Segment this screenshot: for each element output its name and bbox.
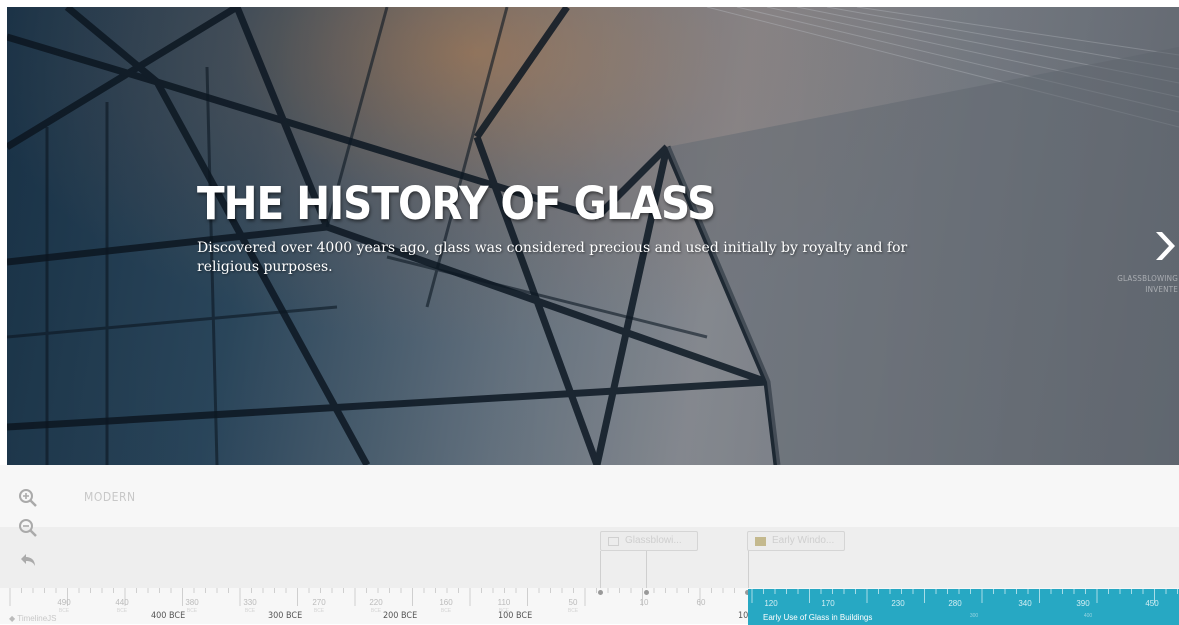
active-tick-label: 450	[1145, 599, 1159, 608]
marker-dot	[644, 590, 649, 595]
major-tick-label: 300 BCE	[268, 611, 303, 621]
active-tick-label: 340	[1018, 599, 1032, 608]
active-tick-label: 170	[821, 599, 835, 608]
active-tick-label: 390	[1076, 599, 1090, 608]
slide-hero	[7, 7, 1179, 465]
era-band: MODERN	[0, 465, 1179, 527]
minor-tick-label: 270 BCE	[312, 598, 326, 614]
marker-label: Early Windo...	[772, 535, 835, 546]
active-sublabel: 300	[969, 613, 979, 619]
major-tick-label: 400 BCE	[151, 611, 186, 621]
marker-image-icon	[755, 537, 766, 546]
hero-overlay	[7, 7, 1179, 465]
marker-image-icon	[608, 537, 619, 546]
marker-label: Glassblowi...	[625, 535, 682, 546]
minor-tick-label: 440 BCE	[115, 598, 129, 614]
minor-tick-label: 10	[639, 598, 649, 607]
zoom-out-button[interactable]	[14, 515, 42, 543]
back-arrow-icon	[21, 554, 35, 566]
active-era-label: Early Use of Glass in Buildings	[763, 613, 873, 622]
active-era-band[interactable]: 120 170 230 280 340 390 450 300 400 Earl…	[748, 589, 1179, 625]
era-label: MODERN	[84, 490, 136, 504]
timeline-marker-glassblowing[interactable]: Glassblowi...	[600, 531, 698, 551]
marker-line	[748, 551, 749, 593]
marker-line	[646, 551, 647, 593]
zoom-in-button[interactable]	[14, 485, 42, 513]
timeline-navigator: MODERN Glassblowi... Early Windo... 490 …	[0, 465, 1179, 625]
chevron-right-icon	[1156, 232, 1175, 260]
marker-dot	[598, 590, 603, 595]
minor-tick-label: 330 BCE	[243, 598, 257, 614]
timelinejs-branding[interactable]: ◆ TimelineJS	[9, 614, 57, 623]
zoom-in-icon	[19, 489, 37, 507]
active-tick-label: 280	[948, 599, 962, 608]
timeline-logo-icon: ◆	[9, 614, 16, 623]
timeline-track[interactable]	[0, 527, 1179, 589]
active-tick-label: 230	[891, 599, 905, 608]
zoom-out-icon	[19, 519, 37, 537]
branding-label: TimelineJS	[17, 614, 57, 623]
major-tick-label: 10	[738, 611, 749, 621]
back-to-start-button[interactable]	[14, 548, 42, 576]
active-sublabel: 400	[1083, 613, 1093, 619]
next-slide-button[interactable]	[1150, 226, 1179, 266]
major-tick-label: 100 BCE	[498, 611, 533, 621]
marker-line	[600, 551, 601, 593]
minor-tick-label: 60	[696, 598, 706, 607]
major-tick-label: 200 BCE	[383, 611, 418, 621]
active-tick-label: 120	[764, 599, 778, 608]
timeline-marker-early-windows[interactable]: Early Windo...	[747, 531, 845, 551]
slide-headline: THE HISTORY OF GLASS	[197, 177, 716, 230]
slide-description: Discovered over 4000 years ago, glass wa…	[197, 240, 908, 275]
minor-tick-label: 50 BCE	[567, 598, 579, 614]
minor-tick-label: 160 BCE	[439, 598, 453, 614]
next-slide-label[interactable]: GLASSBLOWING INVENTE	[1108, 273, 1178, 295]
